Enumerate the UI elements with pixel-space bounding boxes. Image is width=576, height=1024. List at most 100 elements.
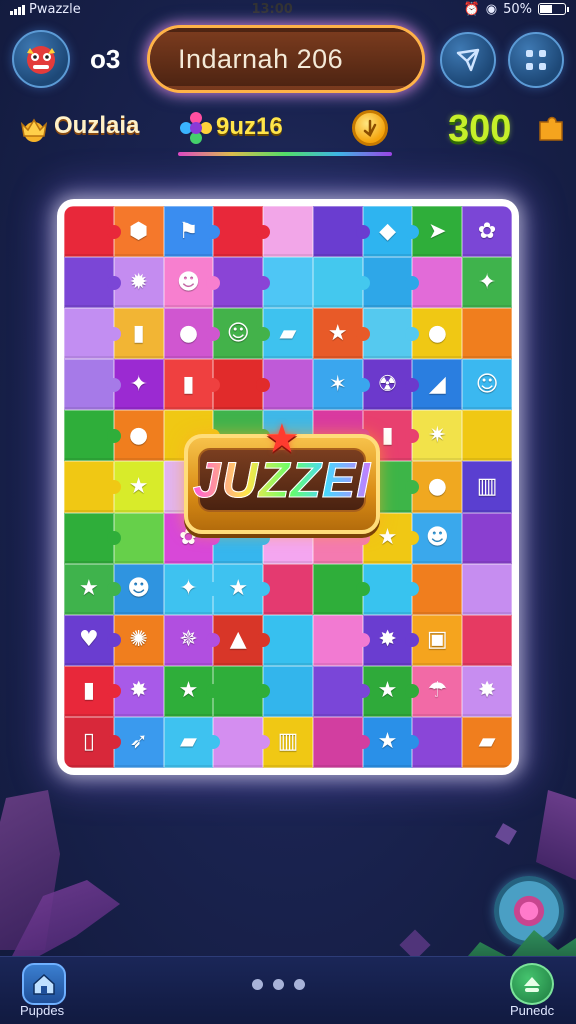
puzzle-tile[interactable]: ▥ — [263, 716, 313, 768]
puzzle-tile[interactable]: ▰ — [462, 716, 512, 768]
puzzle-tile[interactable]: ⬢ — [113, 206, 164, 258]
avatar-button[interactable] — [12, 30, 70, 88]
page-dot[interactable] — [273, 979, 284, 990]
tile-piece-icon: ✸ — [477, 678, 497, 704]
puzzle-tile[interactable]: ♥ — [64, 614, 121, 666]
profile-button[interactable] — [510, 963, 554, 1005]
puzzle-tile[interactable] — [213, 257, 271, 309]
puzzle-tile[interactable] — [312, 716, 370, 768]
puzzle-tile[interactable]: ✦ — [163, 563, 221, 615]
puzzle-tile[interactable]: ● — [163, 308, 221, 360]
puzzle-tile[interactable]: ▣ — [412, 614, 463, 666]
puzzle-tile[interactable]: ✿ — [462, 206, 512, 258]
puzzle-tile[interactable]: ☂ — [412, 665, 463, 717]
puzzle-tile[interactable]: ☺ — [213, 308, 271, 360]
puzzle-tile[interactable]: ✺ — [113, 614, 164, 666]
puzzle-tile[interactable]: ▮ — [163, 359, 221, 411]
puzzle-tile[interactable]: ➤ — [412, 206, 463, 258]
puzzle-tile[interactable]: ✵ — [163, 614, 221, 666]
puzzle-tile[interactable]: ✹ — [113, 257, 164, 309]
puzzle-tile[interactable] — [362, 563, 420, 615]
puzzle-tile[interactable] — [412, 563, 463, 615]
puzzle-tile[interactable] — [213, 716, 271, 768]
puzzle-tile[interactable] — [362, 308, 420, 360]
puzzle-tile[interactable] — [263, 257, 313, 309]
puzzle-tile[interactable]: ★ — [163, 665, 221, 717]
puzzle-tile[interactable]: ● — [412, 461, 463, 513]
puzzle-tile[interactable]: ◆ — [362, 206, 420, 258]
share-button[interactable] — [440, 32, 496, 88]
puzzle-tile[interactable] — [64, 359, 121, 411]
puzzle-tile[interactable]: ▥ — [462, 461, 512, 513]
puzzle-tile[interactable]: ✷ — [412, 410, 463, 462]
puzzle-tile[interactable] — [64, 206, 121, 258]
puzzle-tile[interactable] — [64, 257, 121, 309]
puzzle-tile[interactable]: ▮ — [113, 308, 164, 360]
puzzle-tile[interactable]: ▮ — [64, 665, 121, 717]
page-dot[interactable] — [294, 979, 305, 990]
puzzle-tile[interactable]: ✶ — [312, 359, 370, 411]
puzzle-tile[interactable]: ▰ — [163, 716, 221, 768]
puzzle-tile[interactable]: ● — [113, 410, 164, 462]
puzzle-tile[interactable]: ➶ — [113, 716, 164, 768]
puzzle-tile[interactable]: ☺ — [462, 359, 512, 411]
puzzle-tile[interactable]: ✸ — [362, 614, 420, 666]
puzzle-tile[interactable] — [412, 716, 463, 768]
puzzle-tile[interactable] — [362, 257, 420, 309]
puzzle-tile[interactable]: ✦ — [113, 359, 164, 411]
puzzle-tile[interactable] — [312, 614, 370, 666]
puzzle-tile[interactable]: ● — [412, 308, 463, 360]
puzzle-tile[interactable] — [462, 563, 512, 615]
puzzle-tile[interactable]: ☻ — [113, 563, 164, 615]
puzzle-tile[interactable] — [312, 206, 370, 258]
tile-piece-icon: ▰ — [279, 320, 297, 346]
puzzle-tile[interactable] — [263, 563, 313, 615]
page-indicator[interactable] — [252, 979, 305, 990]
coin-button[interactable] — [352, 110, 388, 146]
puzzle-tile[interactable] — [64, 461, 121, 513]
menu-button[interactable] — [508, 32, 564, 88]
puzzle-tile[interactable] — [213, 359, 271, 411]
puzzle-tile[interactable] — [263, 665, 313, 717]
puzzle-tile[interactable]: ◢ — [412, 359, 463, 411]
puzzle-tile[interactable] — [462, 512, 512, 564]
puzzle-tile[interactable] — [312, 563, 370, 615]
puzzle-tile[interactable]: ★ — [64, 563, 121, 615]
puzzle-tile[interactable] — [213, 665, 271, 717]
puzzle-tile[interactable]: ✸ — [113, 665, 164, 717]
puzzle-tile[interactable] — [462, 614, 512, 666]
puzzle-tile[interactable]: ★ — [312, 308, 370, 360]
puzzle-tile[interactable] — [64, 512, 121, 564]
puzzle-tile[interactable]: ☢ — [362, 359, 420, 411]
puzzle-tile[interactable] — [412, 257, 463, 309]
level-title-pill[interactable]: Indarnah 206 — [150, 28, 422, 90]
puzzle-tile[interactable] — [312, 257, 370, 309]
puzzle-tile[interactable]: ★ — [113, 461, 164, 513]
puzzle-tile[interactable]: ☻ — [412, 512, 463, 564]
puzzle-tile[interactable]: ☻ — [163, 257, 221, 309]
puzzle-tile[interactable]: ▲ — [213, 614, 271, 666]
puzzle-tile[interactable] — [213, 206, 271, 258]
puzzle-tile[interactable]: ★ — [362, 665, 420, 717]
page-dot[interactable] — [252, 979, 263, 990]
status-app-name: Pwazzle — [29, 1, 81, 17]
puzzle-tile[interactable]: ▯ — [64, 716, 121, 768]
home-button[interactable] — [22, 963, 66, 1005]
nav-label-right[interactable]: Punedc — [510, 1003, 554, 1018]
nav-label-left[interactable]: Pupdes — [20, 1003, 64, 1018]
puzzle-tile[interactable] — [462, 308, 512, 360]
puzzle-tile[interactable] — [462, 410, 512, 462]
puzzle-tile[interactable]: ★ — [362, 716, 420, 768]
puzzle-tile[interactable]: ★ — [213, 563, 271, 615]
puzzle-tile[interactable] — [263, 359, 313, 411]
puzzle-tile[interactable] — [64, 308, 121, 360]
puzzle-tile[interactable] — [263, 206, 313, 258]
puzzle-tile[interactable] — [312, 665, 370, 717]
puzzle-tile[interactable]: ✦ — [462, 257, 512, 309]
puzzle-tile[interactable]: ⚑ — [163, 206, 221, 258]
puzzle-tile[interactable]: ▰ — [263, 308, 313, 360]
puzzle-tile[interactable] — [64, 410, 121, 462]
puzzle-tile[interactable] — [113, 512, 164, 564]
puzzle-tile[interactable] — [263, 614, 313, 666]
puzzle-tile[interactable]: ✸ — [462, 665, 512, 717]
